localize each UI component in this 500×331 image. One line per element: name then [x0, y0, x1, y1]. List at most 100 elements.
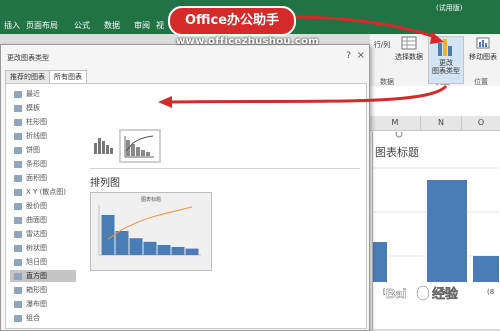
- dialog-panel: 最近模板柱形图折线图饼图条形图面积图 X Y (散点图) 股价图曲面图雷达图树状图旭…: [5, 83, 367, 329]
- preview-plot: [98, 205, 201, 256]
- chart-type-label: 箱形图: [26, 286, 47, 294]
- chart-type-icon: [14, 132, 22, 140]
- chart-type-label: X Y (散点图): [26, 188, 66, 196]
- tab-recommended-charts[interactable]: 推荐的图表: [5, 70, 50, 84]
- pareto-subtype[interactable]: [119, 129, 161, 163]
- chart-type-label: 最近: [26, 90, 40, 98]
- chart-type-label: 模板: [26, 104, 40, 112]
- chart-type-item[interactable]: 模板: [10, 102, 76, 114]
- embedded-bar: [373, 242, 387, 282]
- switch-row-column-label: 行/列: [373, 41, 391, 49]
- tab-review[interactable]: 审阅: [134, 20, 150, 31]
- move-chart-icon: [476, 37, 490, 49]
- subtype-title: 排列图: [90, 178, 120, 189]
- column-header-n[interactable]: N: [421, 116, 462, 131]
- chart-type-item[interactable]: 最近: [10, 88, 76, 100]
- close-icon[interactable]: ×: [357, 50, 365, 61]
- preview-bar: [157, 245, 171, 255]
- tab-page-layout[interactable]: 页面布局: [26, 20, 58, 31]
- chart-type-label: 柱形图: [26, 118, 47, 126]
- chart-type-item[interactable]: 箱形图: [10, 284, 76, 296]
- change-chart-type-label: 更改 图表类型: [432, 59, 460, 75]
- embedded-bar: [473, 256, 499, 282]
- chart-type-icon: [14, 90, 22, 98]
- chart-type-item[interactable]: 瀑布图: [10, 298, 76, 310]
- chart-type-label: 雷达图: [26, 230, 47, 238]
- select-data-label: 选择数据: [395, 53, 423, 61]
- chart-type-icon: [14, 286, 22, 294]
- select-data-button[interactable]: 选择数据: [392, 36, 426, 62]
- histogram-icon: [94, 138, 113, 154]
- chart-type-label: 折线图: [26, 132, 47, 140]
- chart-type-label: 面积图: [26, 174, 47, 182]
- switch-row-column-button[interactable]: 行/列: [370, 40, 394, 50]
- chart-type-list: 最近模板柱形图折线图饼图条形图面积图 X Y (散点图) 股价图曲面图雷达图树状图旭…: [10, 88, 76, 326]
- chart-type-item[interactable]: 饼图: [10, 144, 76, 156]
- chart-type-icon: [14, 230, 22, 238]
- pareto-icon: [124, 135, 154, 158]
- chart-type-item[interactable]: 柱形图: [10, 116, 76, 128]
- chart-type-label: 曲面图: [26, 216, 47, 224]
- column-header-m[interactable]: M: [370, 116, 421, 131]
- chart-type-item[interactable]: 旭日图: [10, 256, 76, 268]
- chart-type-label: 饼图: [26, 146, 40, 154]
- tab-data[interactable]: 数据: [104, 20, 120, 31]
- move-chart-button[interactable]: 移动图表: [466, 36, 500, 62]
- chart-type-item[interactable]: 直方图: [10, 270, 76, 282]
- column-header-o[interactable]: O: [462, 116, 500, 131]
- chart-type-icon: [14, 104, 22, 112]
- change-chart-type-button[interactable]: 更改 图表类型: [428, 36, 464, 84]
- tab-all-charts[interactable]: 所有图表: [49, 70, 87, 84]
- preview-bar: [185, 248, 199, 255]
- preview-bar: [143, 241, 157, 255]
- embedded-bar: [427, 180, 467, 282]
- histogram-subtype[interactable]: [90, 132, 118, 158]
- baidu-watermark-logo: Bai 经验: [382, 283, 500, 305]
- chart-type-item[interactable]: X Y (散点图): [10, 186, 76, 198]
- chart-type-item[interactable]: 雷达图: [10, 228, 76, 240]
- chart-type-icon: [14, 300, 22, 308]
- chart-type-icon: [14, 244, 22, 252]
- preview-bar: [171, 247, 185, 255]
- dialog-title: 更改图表类型: [7, 54, 49, 62]
- chart-type-item[interactable]: 曲面图: [10, 214, 76, 226]
- chart-type-icon: [14, 174, 22, 182]
- chart-type-item[interactable]: 股价图: [10, 200, 76, 212]
- change-chart-type-dialog: 更改图表类型 ? × 推荐的图表 所有图表 最近模板柱形图折线图饼图条形图面积图…: [0, 44, 370, 331]
- chart-type-item[interactable]: 折线图: [10, 130, 76, 142]
- website-watermark: www.officezhushou.com: [176, 36, 320, 47]
- preview-bar: [101, 215, 115, 255]
- chart-type-label: 股价图: [26, 202, 47, 210]
- chart-type-label: 直方图: [26, 272, 47, 280]
- chart-type-label: 旭日图: [26, 258, 47, 266]
- chart-type-icon: [14, 160, 22, 168]
- preview-bar: [115, 231, 129, 255]
- preview-bar: [129, 238, 143, 255]
- chart-type-icon: [14, 258, 22, 266]
- change-chart-type-icon: [438, 39, 452, 56]
- chart-type-label: 瀑布图: [26, 300, 47, 308]
- select-data-icon: [401, 36, 417, 50]
- chart-type-item[interactable]: 面积图: [10, 172, 76, 184]
- chart-type-item[interactable]: 条形图: [10, 158, 76, 170]
- chart-type-icon: [14, 216, 22, 224]
- chart-type-item[interactable]: 树状图: [10, 242, 76, 254]
- tab-view[interactable]: 视: [156, 20, 164, 31]
- chart-type-icon: [14, 146, 22, 154]
- move-chart-label: 移动图表: [469, 53, 497, 61]
- svg-text:经验: 经验: [432, 286, 459, 301]
- help-icon[interactable]: ?: [346, 51, 351, 61]
- svg-text:Bai: Bai: [386, 286, 406, 301]
- chart-type-icon: [14, 118, 22, 126]
- chart-type-label: 树状图: [26, 244, 47, 252]
- chart-type-label: 条形图: [26, 160, 47, 168]
- tab-insert[interactable]: 插入: [4, 20, 20, 31]
- office-assistant-badge: Office办公助手: [168, 6, 296, 36]
- window-title-fragment: (试用版): [436, 4, 463, 12]
- tab-formulas[interactable]: 公式: [74, 20, 90, 31]
- chart-type-item[interactable]: 组合: [10, 312, 76, 324]
- chart-type-icon: [14, 188, 22, 196]
- chart-type-icon: [14, 314, 22, 322]
- chart-type-icon: [14, 202, 22, 210]
- chart-preview[interactable]: 图表标题: [90, 192, 212, 271]
